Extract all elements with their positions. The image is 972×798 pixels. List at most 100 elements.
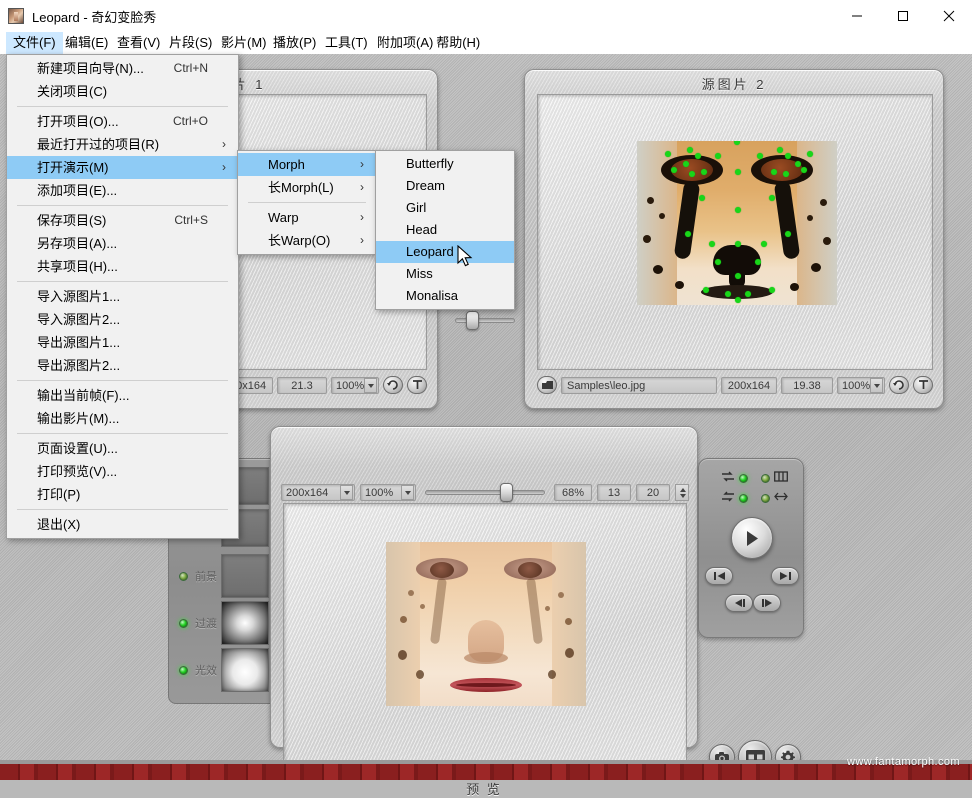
layer-row-2[interactable]: 过渡	[179, 615, 217, 631]
menu-item-3[interactable]: Girl	[376, 197, 514, 219]
layer-led-indicator[interactable]	[179, 571, 188, 581]
step-back-button[interactable]	[725, 594, 753, 612]
source2-undo-button[interactable]	[889, 376, 909, 394]
transport-toggle-3[interactable]	[721, 489, 748, 507]
layer-row-3[interactable]: 光效	[179, 662, 217, 678]
transport-led[interactable]	[761, 473, 770, 483]
layer-thumbnail-1[interactable]	[221, 554, 269, 598]
menu-5[interactable]: 影片(M)	[214, 32, 274, 54]
source2-text-button[interactable]	[913, 376, 933, 394]
menu-item-4[interactable]: 打开项目(O)... Ctrl+O	[7, 110, 238, 133]
source2-browse-button[interactable]	[537, 376, 557, 394]
menu-item-18[interactable]: 输出当前帧(F)...	[7, 384, 238, 407]
preview-zoom-select[interactable]: 100%	[360, 483, 416, 501]
menu-item-label: Morph	[268, 157, 305, 172]
menu-item-4[interactable]: Warp ›	[238, 206, 376, 229]
blend-slider-track[interactable]	[455, 318, 515, 323]
preview-size-select[interactable]: 200x164	[281, 483, 355, 501]
menu-item-2[interactable]: 关闭项目(C)	[7, 80, 238, 103]
menu-item-2[interactable]: Dream	[376, 175, 514, 197]
menu-item-14[interactable]: 导入源图片2...	[7, 308, 238, 331]
step-forward-icon	[761, 599, 772, 607]
preview-slider-thumb[interactable]	[500, 483, 514, 502]
transport-toggle-1[interactable]	[721, 469, 748, 487]
step-back-icon	[734, 599, 745, 607]
menu-item-7[interactable]: Monalisa	[376, 285, 514, 307]
menu-item-7[interactable]: 添加项目(E)...	[7, 179, 238, 202]
menu-item-5[interactable]: 长Warp(O) ›	[238, 229, 376, 252]
source2-zoom-select[interactable]: 100%	[837, 376, 885, 394]
source1-text-button[interactable]	[407, 376, 427, 394]
preview-position-slider[interactable]	[421, 483, 549, 502]
layer-row-1[interactable]: 前景	[179, 568, 217, 584]
menu-2[interactable]: 编辑(E)	[58, 32, 115, 54]
menu-item-2[interactable]: 长Morph(L) ›	[238, 176, 376, 199]
chevron-right-icon: ›	[360, 180, 364, 194]
source1-undo-button[interactable]	[383, 376, 403, 394]
layer-label: 前景	[195, 571, 217, 583]
file-menu-dropdown[interactable]: 新建项目向导(N)... Ctrl+N 关闭项目(C) 打开项目(O)... Ctrl+…	[6, 54, 239, 539]
layer-thumbnail-3[interactable]	[221, 648, 269, 692]
blend-slider-thumb[interactable]	[466, 311, 479, 330]
chevron-down-icon	[340, 484, 353, 500]
menu-item-1[interactable]: Morph ›	[238, 153, 376, 176]
menu-item-19[interactable]: 输出影片(M)...	[7, 407, 238, 430]
window-title: Leopard - 奇幻变脸秀	[32, 10, 157, 25]
source2-image-well[interactable]	[537, 94, 933, 370]
morph-demo-submenu[interactable]: Butterfly Dream Girl Head Leopard Miss Monalis…	[375, 150, 515, 310]
play-button[interactable]	[731, 517, 773, 559]
menu-item-1[interactable]: 新建项目向导(N)... Ctrl+N	[7, 57, 238, 80]
previous-frame-button[interactable]	[705, 567, 733, 585]
menu-item-label: 添加项目(E)...	[37, 183, 118, 198]
menu-item-6[interactable]: Miss	[376, 263, 514, 285]
menu-item-6[interactable]: 打开演示(M) ›	[7, 156, 238, 179]
menu-item-16[interactable]: 导出源图片2...	[7, 354, 238, 377]
menu-item-25[interactable]: 退出(X)	[7, 513, 238, 536]
transport-toggle-2[interactable]	[761, 469, 788, 487]
menu-item-5[interactable]: Leopard	[376, 241, 514, 263]
layer-led-indicator[interactable]	[179, 665, 188, 675]
menu-item-23[interactable]: 打印(P)	[7, 483, 238, 506]
menu-item-1[interactable]: Butterfly	[376, 153, 514, 175]
step-forward-button[interactable]	[753, 594, 781, 612]
menu-item-13[interactable]: 导入源图片1...	[7, 285, 238, 308]
menu-item-21[interactable]: 页面设置(U)...	[7, 437, 238, 460]
transport-led[interactable]	[761, 493, 770, 503]
menu-item-4[interactable]: Head	[376, 219, 514, 241]
layer-thumbnail-2[interactable]	[221, 601, 269, 645]
menu-1[interactable]: 文件(F)	[6, 32, 63, 54]
transport-toggle-4[interactable]	[761, 489, 788, 507]
minimize-button[interactable]	[834, 0, 880, 31]
transport-led[interactable]	[739, 473, 748, 483]
menu-4[interactable]: 片段(S)	[162, 32, 219, 54]
pingpong-icon	[721, 489, 735, 507]
menu-item-9[interactable]: 保存项目(S) Ctrl+S	[7, 209, 238, 232]
frame-spinner[interactable]	[675, 483, 689, 501]
menu-item-5[interactable]: 最近打开过的项目(R) ›	[7, 133, 238, 156]
next-frame-button[interactable]	[771, 567, 799, 585]
menu-item-15[interactable]: 导出源图片1...	[7, 331, 238, 354]
menu-3[interactable]: 查看(V)	[110, 32, 167, 54]
menu-7[interactable]: 工具(T)	[318, 32, 375, 54]
preview-image-well[interactable]	[283, 503, 687, 775]
maximize-button[interactable]	[880, 0, 926, 31]
menu-9[interactable]: 帮助(H)	[429, 32, 487, 54]
loop-icon	[721, 469, 735, 487]
chevron-down-icon	[364, 377, 377, 393]
app-icon	[8, 8, 24, 24]
source1-zoom-select[interactable]: 100%	[331, 376, 379, 394]
preview-slider-track[interactable]	[425, 490, 545, 495]
menu-item-22[interactable]: 打印预览(V)...	[7, 460, 238, 483]
menu-6[interactable]: 播放(P)	[266, 32, 323, 54]
open-demo-submenu[interactable]: Morph › 长Morph(L) › Warp › 长Warp(O) ›	[237, 150, 377, 255]
play-icon	[747, 530, 758, 546]
menu-item-11[interactable]: 共享项目(H)...	[7, 255, 238, 278]
transport-led[interactable]	[739, 493, 748, 503]
close-button[interactable]	[926, 0, 972, 31]
preview-label: 预 览	[466, 782, 502, 797]
menu-item-label: 长Morph(L)	[268, 180, 334, 195]
layer-led-indicator[interactable]	[179, 618, 188, 628]
source2-path-field[interactable]: Samples\leo.jpg	[561, 376, 717, 394]
layer-label: 过渡	[195, 618, 217, 630]
menu-item-10[interactable]: 另存项目(A)...	[7, 232, 238, 255]
